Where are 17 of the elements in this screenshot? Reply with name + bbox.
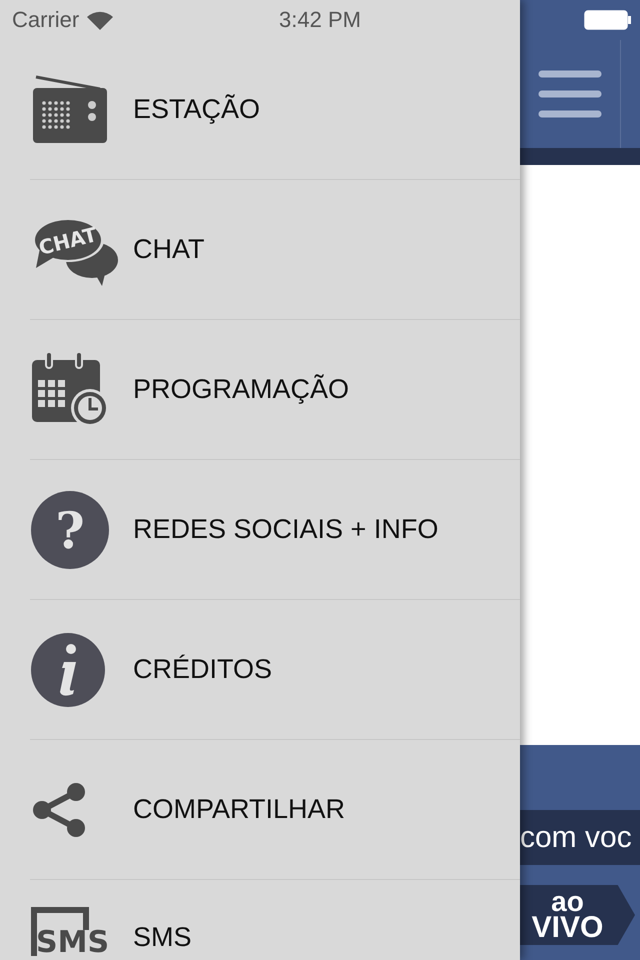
radio-icon	[30, 74, 110, 144]
menu-item[interactable]: ? REDES SOCIAIS + INFO	[30, 460, 520, 600]
menu-item[interactable]: COMPARTILHAR	[30, 740, 520, 880]
ticker-text: com voc	[520, 820, 632, 854]
menu-item[interactable]: ESTAÇÃO	[30, 40, 520, 180]
carrier-name: Carrier	[12, 7, 80, 33]
battery-icon	[584, 10, 632, 30]
info-icon	[30, 632, 106, 708]
status-time: 3:42 PM	[279, 7, 361, 33]
live-badge: ao VIVO	[520, 885, 635, 945]
menu-item[interactable]: CHAT CHAT	[30, 180, 520, 320]
menu-item[interactable]: CRÉDITOS	[30, 600, 520, 740]
help-icon: ?	[30, 490, 110, 570]
wifi-icon	[87, 10, 114, 30]
menu-icon	[538, 70, 602, 118]
menu-item[interactable]: SMS SMS	[30, 880, 520, 960]
menu-item[interactable]: PROGRAMAÇÃO	[30, 320, 520, 460]
